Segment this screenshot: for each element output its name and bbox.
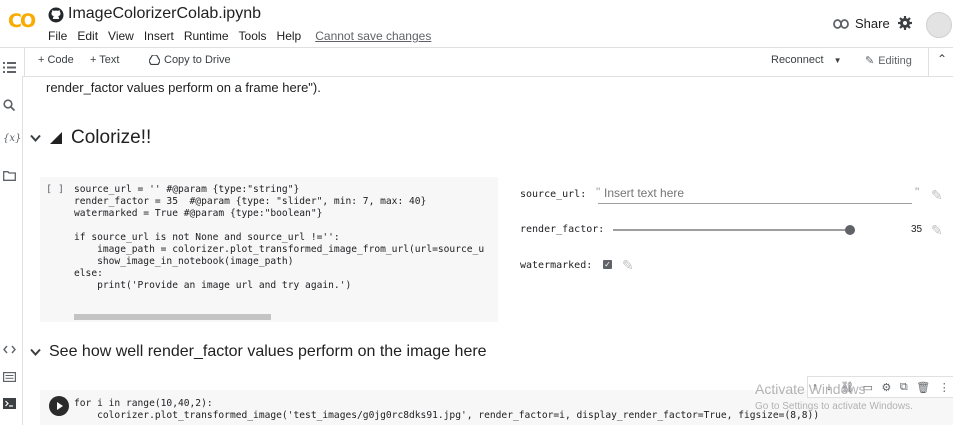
save-status-link[interactable]: Cannot save changes [315, 29, 431, 43]
editing-button[interactable]: ✎ Editing [865, 54, 912, 68]
menu-insert[interactable]: Insert [144, 29, 174, 43]
source-url-input[interactable]: Insert text here [598, 186, 912, 204]
avatar[interactable] [926, 12, 952, 38]
activate-windows-subtext: Go to Settings to activate Windows. [755, 401, 913, 412]
section-heading-colorize: Colorize!! [30, 127, 151, 149]
notebook-toolbar: + Code + Text Copy to Drive Reconnect ▼ … [0, 47, 953, 77]
pencil-icon: ✎ [865, 55, 875, 67]
reconnect-button[interactable]: Reconnect ▼ [771, 54, 842, 66]
code-cell-colorize[interactable]: [ ] source_url = '' #@param {type:"strin… [40, 177, 498, 322]
gear-icon[interactable]: ⚙ [882, 381, 892, 394]
toolbar-divider [24, 48, 25, 76]
pencil-icon[interactable]: ✎ [931, 187, 943, 204]
more-icon[interactable]: ⋮ [939, 381, 950, 394]
left-sidebar: {x} [0, 62, 23, 425]
chevron-down-icon[interactable] [30, 348, 41, 356]
pencil-icon[interactable]: ✎ [622, 257, 634, 274]
add-code-button[interactable]: + Code [38, 54, 74, 66]
code-editor[interactable]: for i in range(10,40,2): colorizer.plot_… [74, 398, 819, 422]
menu-runtime[interactable]: Runtime [184, 29, 229, 43]
delete-icon[interactable]: 🗑 [916, 381, 930, 394]
list-icon[interactable] [3, 62, 16, 73]
run-cell-button[interactable] [49, 396, 69, 416]
text-cell-snippet: render_factor values perform on a frame … [46, 80, 321, 95]
drive-icon [149, 55, 160, 65]
variables-icon[interactable]: {x} [3, 133, 21, 144]
render-factor-slider[interactable] [613, 229, 855, 231]
menu-file[interactable]: File [48, 29, 67, 43]
close-quote: " [915, 185, 920, 199]
chevron-down-icon[interactable] [30, 134, 41, 142]
menu-view[interactable]: View [108, 29, 134, 43]
pencil-icon[interactable]: ✎ [931, 222, 943, 239]
command-palette-icon[interactable] [3, 372, 16, 382]
section-title: See how well render_factor values perfor… [49, 343, 487, 360]
share-label: Share [855, 16, 890, 31]
slider-thumb[interactable] [845, 225, 855, 235]
menu-tools[interactable]: Tools [239, 29, 267, 43]
toolbar-divider [928, 48, 929, 76]
activate-windows-watermark: Activate Windows [755, 381, 866, 397]
run-cell-button[interactable]: [ ] [46, 184, 64, 195]
folder-icon[interactable] [3, 171, 16, 181]
colab-logo[interactable]: CO [8, 10, 36, 32]
terminal-icon[interactable] [3, 398, 16, 409]
copy-to-drive-button[interactable]: Copy to Drive [149, 54, 231, 66]
github-icon [48, 7, 64, 23]
mirror-cell-icon[interactable]: ⧉ [900, 381, 908, 394]
link-icon [833, 18, 849, 29]
search-icon[interactable] [3, 99, 15, 111]
notebook-title[interactable]: ImageColorizerColab.ipynb [68, 5, 261, 23]
menu-bar: File Edit View Insert Runtime Tools Help… [48, 29, 441, 43]
header: CO ImageColorizerColab.ipynb File Edit V… [0, 0, 953, 47]
code-editor[interactable]: source_url = '' #@param {type:"string"} … [74, 184, 484, 292]
collapse-header-icon[interactable]: ⌃ [937, 52, 947, 66]
gear-icon[interactable] [897, 15, 913, 31]
chevron-down-icon: ▼ [833, 55, 842, 65]
section-title: Colorize!! [71, 127, 152, 148]
code-snippets-icon[interactable] [3, 345, 16, 354]
watermarked-checkbox[interactable]: ✓ [603, 260, 612, 269]
source-url-label: source_url: [520, 189, 587, 200]
render-factor-label: render_factor: [520, 224, 605, 235]
watermarked-label: watermarked: [520, 260, 593, 271]
menu-edit[interactable]: Edit [77, 29, 98, 43]
share-button[interactable]: Share [833, 16, 890, 31]
render-factor-value: 35 [911, 224, 923, 235]
section-heading-render-factor: See how well render_factor values perfor… [30, 343, 487, 361]
add-text-button[interactable]: + Text [90, 54, 119, 66]
horizontal-scrollbar[interactable] [74, 314, 271, 320]
triangle-icon [49, 131, 63, 145]
menu-help[interactable]: Help [277, 29, 302, 43]
